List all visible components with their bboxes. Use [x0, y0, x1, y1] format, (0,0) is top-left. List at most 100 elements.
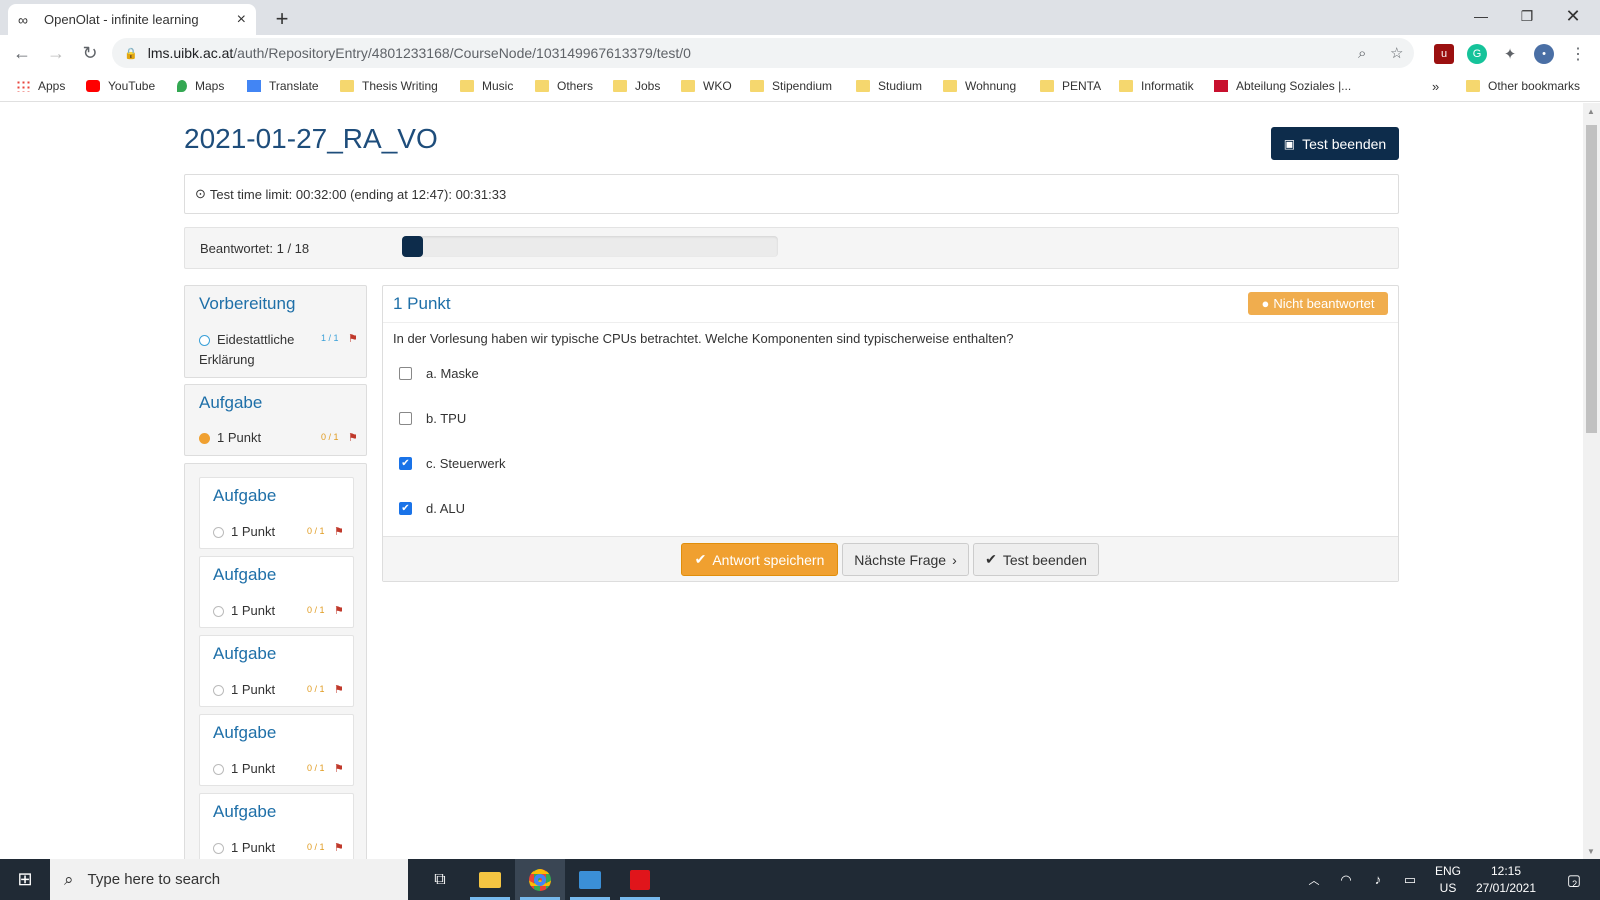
option-checkbox[interactable]: ✔ — [399, 502, 412, 515]
test-timer: ⊙ Test time limit: 00:32:00 (ending at 1… — [184, 174, 1399, 214]
bookmark-flag-icon[interactable]: ⚑ — [334, 525, 344, 538]
end-test-button-bottom[interactable]: ✔ Test beenden — [973, 543, 1099, 576]
zoom-icon[interactable]: ⌕ — [1358, 45, 1366, 62]
photos-icon[interactable] — [565, 859, 615, 900]
answer-option-b[interactable]: b. TPU — [399, 411, 466, 426]
task-item[interactable]: 1 Punkt — [213, 840, 275, 855]
close-window-button[interactable]: ✕ — [1550, 0, 1596, 32]
question-panel: 1 Punkt ● Nicht beantwortet In der Vorle… — [382, 285, 1399, 582]
bookmark-stipendium[interactable]: Stipendium — [750, 79, 832, 93]
section-vorbereitung: Vorbereitung Eidestattliche Erklärung 1 … — [184, 285, 367, 378]
option-checkbox[interactable] — [399, 367, 412, 380]
scroll-up-icon[interactable]: ▲ — [1587, 107, 1595, 116]
bookmark-flag-icon[interactable]: ⚑ — [334, 683, 344, 696]
forward-button[interactable]: → — [40, 38, 72, 70]
section-heading[interactable]: Aufgabe — [199, 393, 262, 413]
task-item[interactable]: 1 Punkt — [213, 682, 275, 697]
close-tab-icon[interactable]: × — [237, 11, 246, 29]
bookmark-other-bookmarks[interactable]: Other bookmarks — [1466, 79, 1580, 93]
browser-toolbar: ← → ↻ 🔒 lms.uibk.ac.at/auth/RepositoryEn… — [0, 35, 1600, 72]
task-view-icon[interactable]: ⧉ — [415, 859, 465, 900]
task-heading[interactable]: Aufgabe — [213, 565, 276, 585]
progress-bar-fill — [402, 236, 423, 257]
clock[interactable]: 12:15 27/01/2021 — [1468, 859, 1544, 900]
new-tab-button[interactable]: + — [270, 6, 294, 32]
scrollbar-thumb[interactable] — [1586, 125, 1597, 433]
bookmark-apps[interactable]: Apps — [16, 79, 65, 93]
progress-bar — [402, 236, 778, 257]
bookmark-wohnung[interactable]: Wohnung — [943, 79, 1016, 93]
volume-icon[interactable]: ♪ — [1366, 859, 1390, 900]
bookmark-jobs[interactable]: Jobs — [613, 79, 660, 93]
bookmark-youtube[interactable]: YouTube — [86, 79, 155, 93]
lock-icon: 🔒 — [124, 47, 138, 60]
option-checkbox[interactable] — [399, 412, 412, 425]
notifications-icon[interactable]: ▢ 2 — [1552, 859, 1592, 900]
task-heading[interactable]: Aufgabe — [213, 486, 276, 506]
bookmark-flag-icon[interactable]: ⚑ — [334, 762, 344, 775]
bookmark-flag-icon[interactable]: ⚑ — [334, 841, 344, 854]
save-disk-icon: ▣ — [1283, 136, 1296, 151]
task-item[interactable]: 1 Punkt — [213, 524, 275, 539]
grammarly-extension-icon[interactable]: G — [1467, 44, 1487, 64]
page-scrollbar[interactable]: ▲ ▼ — [1583, 103, 1600, 859]
address-bar[interactable]: 🔒 lms.uibk.ac.at/auth/RepositoryEntry/48… — [112, 38, 1414, 68]
task-card: Aufgabe 1 Punkt 0 / 1 ⚑ — [199, 477, 354, 549]
tray-chevron-icon[interactable]: ︿ — [1302, 859, 1326, 900]
task-heading[interactable]: Aufgabe — [213, 802, 276, 822]
bookmark-star-icon[interactable]: ☆ — [1390, 44, 1403, 62]
option-checkbox[interactable]: ✔ — [399, 457, 412, 470]
windows-start-icon[interactable]: ⊞ — [0, 859, 50, 900]
acrobat-icon[interactable] — [615, 859, 665, 900]
bookmark-translate[interactable]: Translate — [247, 79, 319, 93]
folder-icon — [535, 80, 549, 92]
browser-menu-icon[interactable]: ⋮ — [1568, 44, 1588, 64]
task-heading[interactable]: Aufgabe — [213, 644, 276, 664]
sidebar-item-current[interactable]: 1 Punkt — [199, 430, 261, 445]
battery-icon[interactable]: ▭ — [1398, 859, 1422, 900]
folder-icon — [1119, 80, 1133, 92]
bookmark-informatik[interactable]: Informatik — [1119, 79, 1194, 93]
bookmark-studium[interactable]: Studium — [856, 79, 922, 93]
task-item[interactable]: 1 Punkt — [213, 603, 275, 618]
answer-option-c[interactable]: ✔ c. Steuerwerk — [399, 456, 505, 471]
apps-grid-icon — [16, 80, 30, 92]
bookmark-others[interactable]: Others — [535, 79, 593, 93]
minimize-button[interactable]: — — [1458, 0, 1504, 32]
bookmark-flag-icon[interactable]: ⚑ — [348, 332, 358, 345]
bookmark-flag-icon[interactable]: ⚑ — [348, 431, 358, 444]
more-bookmarks-chevron[interactable]: » — [1432, 79, 1439, 94]
bookmark-maps[interactable]: Maps — [177, 79, 224, 93]
wifi-icon[interactable]: ◠ — [1334, 859, 1358, 900]
save-answer-button[interactable]: ✔ Antwort speichern — [681, 543, 838, 576]
answer-option-a[interactable]: a. Maske — [399, 366, 479, 381]
sidebar-item-eidestattliche[interactable]: Eidestattliche Erklärung — [199, 330, 294, 370]
reload-button[interactable]: ↻ — [74, 38, 106, 70]
bookmark-penta[interactable]: PENTA — [1040, 79, 1101, 93]
language-indicator[interactable]: ENG US — [1430, 859, 1466, 900]
end-test-button-top[interactable]: ▣ Test beenden — [1271, 127, 1399, 160]
task-item[interactable]: 1 Punkt — [213, 761, 275, 776]
file-explorer-icon[interactable] — [465, 859, 515, 900]
next-question-button[interactable]: Nächste Frage › — [842, 543, 969, 576]
bookmark-wko[interactable]: WKO — [681, 79, 732, 93]
answer-option-d[interactable]: ✔ d. ALU — [399, 501, 465, 516]
scroll-down-icon[interactable]: ▼ — [1587, 847, 1595, 856]
bookmark-abteilung-soziales[interactable]: Abteilung Soziales |... — [1214, 79, 1351, 93]
bookmark-thesis-writing[interactable]: Thesis Writing — [340, 79, 438, 93]
bookmark-music[interactable]: Music — [460, 79, 513, 93]
item-score: 0 / 1 — [307, 842, 325, 852]
ublock-extension-icon[interactable]: u — [1434, 44, 1454, 64]
taskbar-search[interactable]: ⌕ Type here to search — [50, 859, 408, 900]
bookmarks-bar: Apps YouTube Maps Translate Thesis Writi… — [0, 72, 1600, 102]
openolat-favicon-icon: ∞ — [18, 11, 28, 28]
task-heading[interactable]: Aufgabe — [213, 723, 276, 743]
bookmark-flag-icon[interactable]: ⚑ — [334, 604, 344, 617]
extensions-puzzle-icon[interactable]: ✦ — [1500, 44, 1520, 64]
section-heading[interactable]: Vorbereitung — [199, 294, 295, 314]
browser-tab[interactable]: ∞ OpenOlat - infinite learning × — [8, 4, 256, 35]
restore-button[interactable]: ❐ — [1504, 0, 1550, 32]
chrome-icon[interactable] — [515, 859, 565, 900]
back-button[interactable]: ← — [6, 38, 38, 70]
profile-avatar[interactable]: • — [1534, 44, 1554, 64]
